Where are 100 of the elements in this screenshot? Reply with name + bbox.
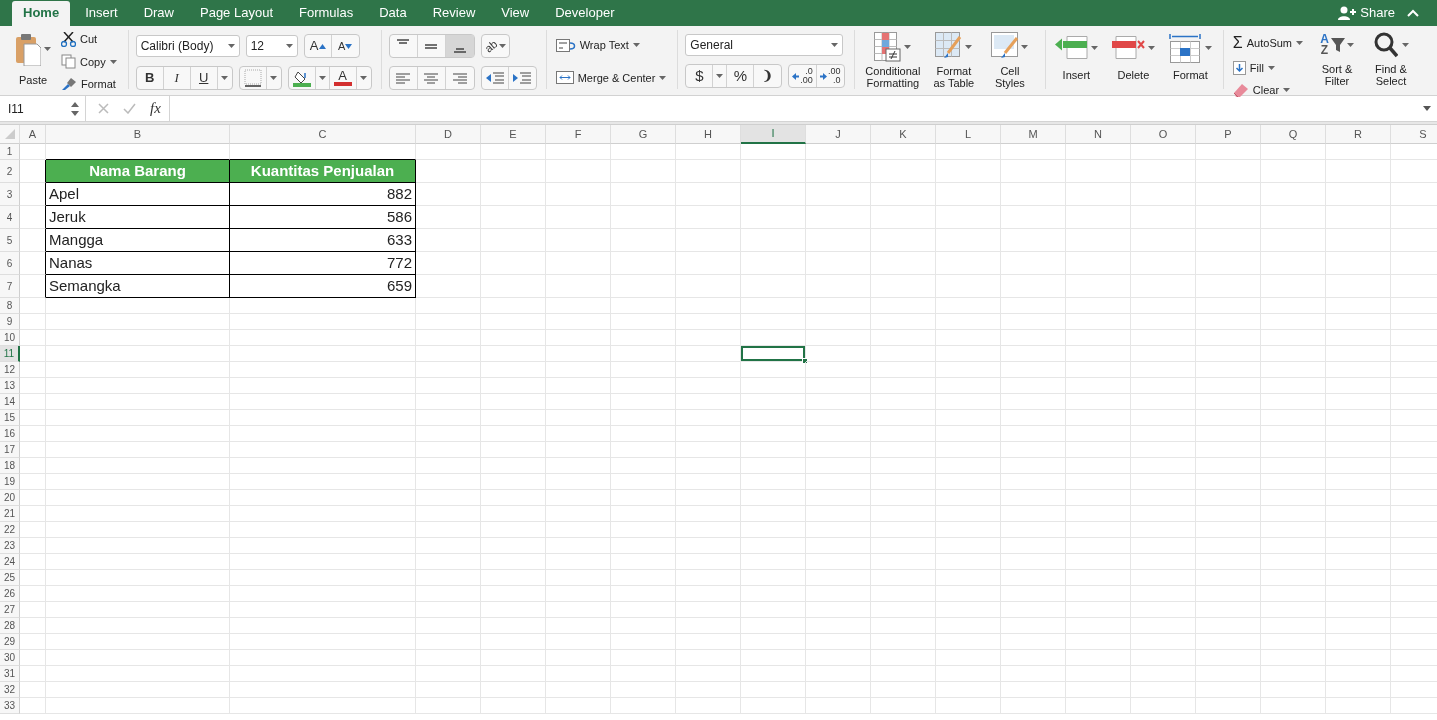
row-header[interactable]: 4 [0,206,20,229]
increase-decimal-button[interactable]: .0 .00 [789,65,817,87]
table-styles-button[interactable]: Format as Table [927,30,980,89]
row-header[interactable]: 12 [0,362,20,378]
font-name-dropdown[interactable]: Calibri (Body) [135,35,240,57]
row-header[interactable]: 26 [0,586,20,602]
row-header[interactable]: 8 [0,298,20,314]
name-box[interactable]: I11 [0,96,86,121]
row-header[interactable]: 7 [0,275,20,298]
delete-cells-button[interactable]: Delete [1109,30,1157,89]
paste-button[interactable]: Paste [13,30,53,89]
column-header[interactable]: O [1131,125,1196,144]
row-header[interactable]: 22 [0,522,20,538]
row-header[interactable]: 20 [0,490,20,506]
row-header[interactable]: 29 [0,634,20,650]
ribbon-tab[interactable]: Review [421,1,487,26]
selected-cell[interactable] [741,346,806,362]
column-header[interactable]: P [1196,125,1261,144]
row-header[interactable]: 3 [0,183,20,206]
currency-menu-button[interactable] [713,65,728,87]
row-header[interactable]: 23 [0,538,20,554]
align-bottom-button[interactable] [445,35,474,57]
bold-button[interactable]: B [136,67,164,89]
spinner-icon[interactable] [71,101,79,116]
column-header[interactable]: L [936,125,1001,144]
ribbon-tab[interactable]: Home [12,1,71,26]
number-format-dropdown[interactable]: General [685,34,844,56]
column-header[interactable]: G [611,125,676,144]
decrease-decimal-button[interactable]: .00 .0 [816,65,844,87]
comma-style-button[interactable]: ❩ [754,65,782,87]
share-button[interactable]: Share [1336,2,1397,24]
row-header[interactable]: 30 [0,650,20,666]
copy-button[interactable]: Copy [59,52,119,71]
row-header[interactable]: 14 [0,394,20,410]
font-size-dropdown[interactable]: 12 [245,35,298,57]
currency-button[interactable]: $ [686,65,714,87]
column-header[interactable]: F [546,125,611,144]
column-header[interactable]: B [46,125,230,144]
column-header[interactable]: D [416,125,481,144]
ribbon-tab[interactable]: Data [368,1,418,26]
row-header[interactable]: 10 [0,330,20,346]
cancel-icon[interactable] [98,103,109,114]
column-header[interactable]: J [806,125,871,144]
format-cells-button[interactable]: Format [1166,30,1214,89]
insert-cells-button[interactable]: Insert [1052,30,1100,89]
row-header[interactable]: 16 [0,426,20,442]
clear-button[interactable]: Clear [1230,80,1305,99]
column-header[interactable]: N [1066,125,1131,144]
row-header[interactable]: 32 [0,682,20,698]
row-header[interactable]: 21 [0,506,20,522]
check-icon[interactable] [123,103,136,114]
row-header[interactable]: 1 [0,144,20,160]
ribbon-tab[interactable]: Formulas [288,1,365,26]
ribbon-tab[interactable]: Insert [74,1,129,26]
select-all-corner[interactable] [0,125,20,144]
row-header[interactable]: 28 [0,618,20,634]
column-header[interactable]: E [481,125,546,144]
merge-center-button[interactable]: Merge & Center [553,68,669,87]
percent-button[interactable]: % [727,65,755,87]
column-header[interactable]: K [871,125,936,144]
underline-button[interactable]: U [190,67,218,89]
sort-filter-button[interactable]: A Z Sort & Filter [1315,30,1359,89]
column-header[interactable]: M [1001,125,1066,144]
shrink-font-button[interactable]: A [331,35,359,57]
row-header[interactable]: 11 [0,346,20,362]
conditional-styles-button[interactable]: Conditional Formatting [861,30,924,89]
find-select-button[interactable]: Find & Select [1369,30,1413,89]
insert-function-button[interactable]: fx [150,97,161,120]
row-header[interactable]: 9 [0,314,20,330]
italic-button[interactable]: I [163,67,191,89]
row-header[interactable]: 24 [0,554,20,570]
cell-styles-button[interactable]: Cell Styles [983,30,1036,89]
fill-handle[interactable] [802,358,808,364]
row-header[interactable]: 6 [0,252,20,275]
ribbon-tab[interactable]: Draw [132,1,185,26]
column-header[interactable]: H [676,125,741,144]
font-color-button[interactable]: A [329,67,357,89]
row-header[interactable]: 19 [0,474,20,490]
column-header[interactable]: Q [1261,125,1326,144]
column-header[interactable]: R [1326,125,1391,144]
row-header[interactable]: 33 [0,698,20,714]
wrap-text-button[interactable]: Wrap Text [553,36,669,55]
row-header[interactable]: 15 [0,410,20,426]
orientation-button[interactable]: ab [481,35,509,57]
row-header[interactable]: 2 [0,160,20,183]
row-header[interactable]: 27 [0,602,20,618]
column-header[interactable]: I [741,125,806,144]
cut-button[interactable]: Cut [59,30,119,49]
ribbon-tab[interactable]: View [490,1,541,26]
grow-font-button[interactable]: A [304,35,332,57]
autosum-button[interactable]: Σ AutoSum [1230,30,1305,56]
row-header[interactable]: 18 [0,458,20,474]
ribbon-tab[interactable]: Page Layout [189,1,284,26]
column-header[interactable]: C [230,125,416,144]
column-header[interactable]: A [20,125,46,144]
row-header[interactable]: 17 [0,442,20,458]
row-header[interactable]: 31 [0,666,20,682]
row-header[interactable]: 5 [0,229,20,252]
row-header[interactable]: 13 [0,378,20,394]
ribbon-tab[interactable]: Developer [544,1,626,26]
